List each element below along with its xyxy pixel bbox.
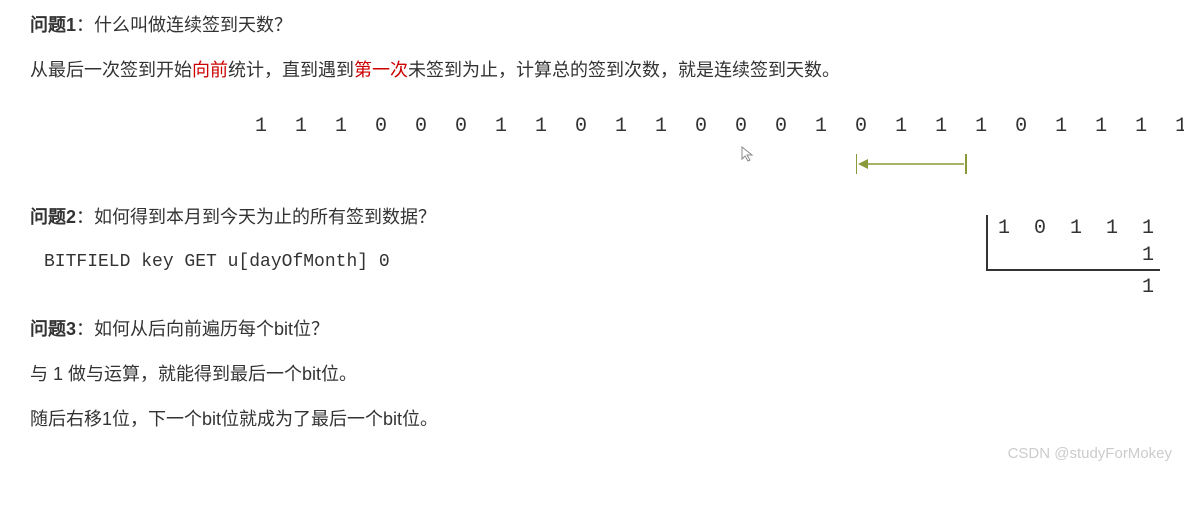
arrow-left-icon — [856, 154, 972, 176]
q3-line2: 随后右移1位，下一个bit位就成为了最后一个bit位。 — [30, 406, 1154, 433]
q1-text: ：什么叫做连续签到天数？ — [76, 15, 292, 35]
q1-label: 问题1 — [30, 15, 76, 35]
q1-desc-p3: 未签到为止，计算总的签到次数，就是连续签到天数。 — [408, 60, 840, 80]
q1-desc-p2: 统计，直到遇到 — [228, 60, 354, 80]
cursor-icon — [741, 146, 755, 170]
q3-text: ：如何从后向前遍历每个bit位？ — [76, 319, 329, 339]
side-calculation: 1 0 1 1 1 1 1 — [986, 215, 1160, 303]
cursor-and-arrow-row — [30, 150, 1154, 186]
calc-row-operand1: 1 0 1 1 1 — [986, 215, 1160, 242]
q3-line1: 与 1 做与运算，就能得到最后一个bit位。 — [30, 361, 1154, 388]
calc-row-operand2: 1 — [986, 242, 1160, 271]
calc-result: 1 — [986, 271, 1160, 303]
q1-desc-p1: 从最后一次签到开始 — [30, 60, 192, 80]
q3-label: 问题3 — [30, 319, 76, 339]
question-3: 问题3：如何从后向前遍历每个bit位？ — [30, 316, 1154, 343]
watermark: CSDN @studyForMokey — [1008, 443, 1172, 466]
q2-text: ：如何得到本月到今天为止的所有签到数据？ — [76, 207, 436, 227]
q1-description: 从最后一次签到开始向前统计，直到遇到第一次未签到为止，计算总的签到次数，就是连续… — [30, 57, 1154, 84]
q2-label: 问题2 — [30, 207, 76, 227]
question-1: 问题1：什么叫做连续签到天数？ — [30, 12, 1154, 39]
q1-desc-red2: 第一次 — [354, 60, 408, 80]
q1-desc-red1: 向前 — [192, 60, 228, 80]
bit-sequence: 1 1 1 0 0 0 1 1 0 1 1 0 0 0 1 0 1 1 1 0 … — [30, 112, 1154, 142]
